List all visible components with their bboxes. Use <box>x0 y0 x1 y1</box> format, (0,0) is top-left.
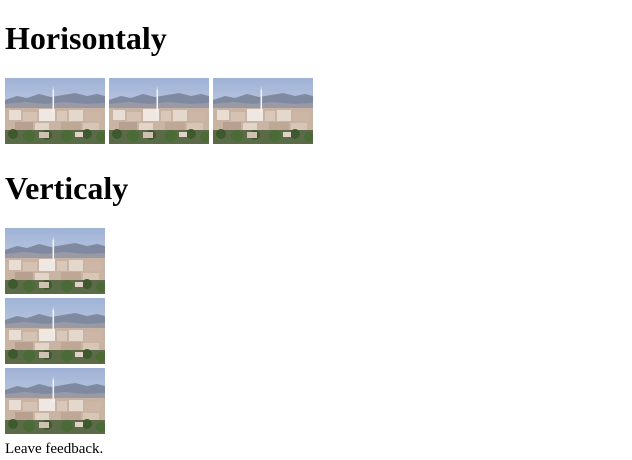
horizontal-section-title: Horisontaly <box>5 20 167 56</box>
vertical-section-title: Verticaly <box>5 170 129 206</box>
city-photo-image <box>5 298 105 364</box>
city-photo-image <box>109 78 209 144</box>
city-photo-image <box>5 368 105 434</box>
horizontal-image-row <box>5 78 313 144</box>
leave-feedback-text[interactable]: Leave feedback. <box>5 440 103 458</box>
vertical-image-column <box>5 228 105 434</box>
city-photo-image <box>5 78 105 144</box>
city-photo-image <box>5 228 105 294</box>
city-photo-image <box>213 78 313 144</box>
